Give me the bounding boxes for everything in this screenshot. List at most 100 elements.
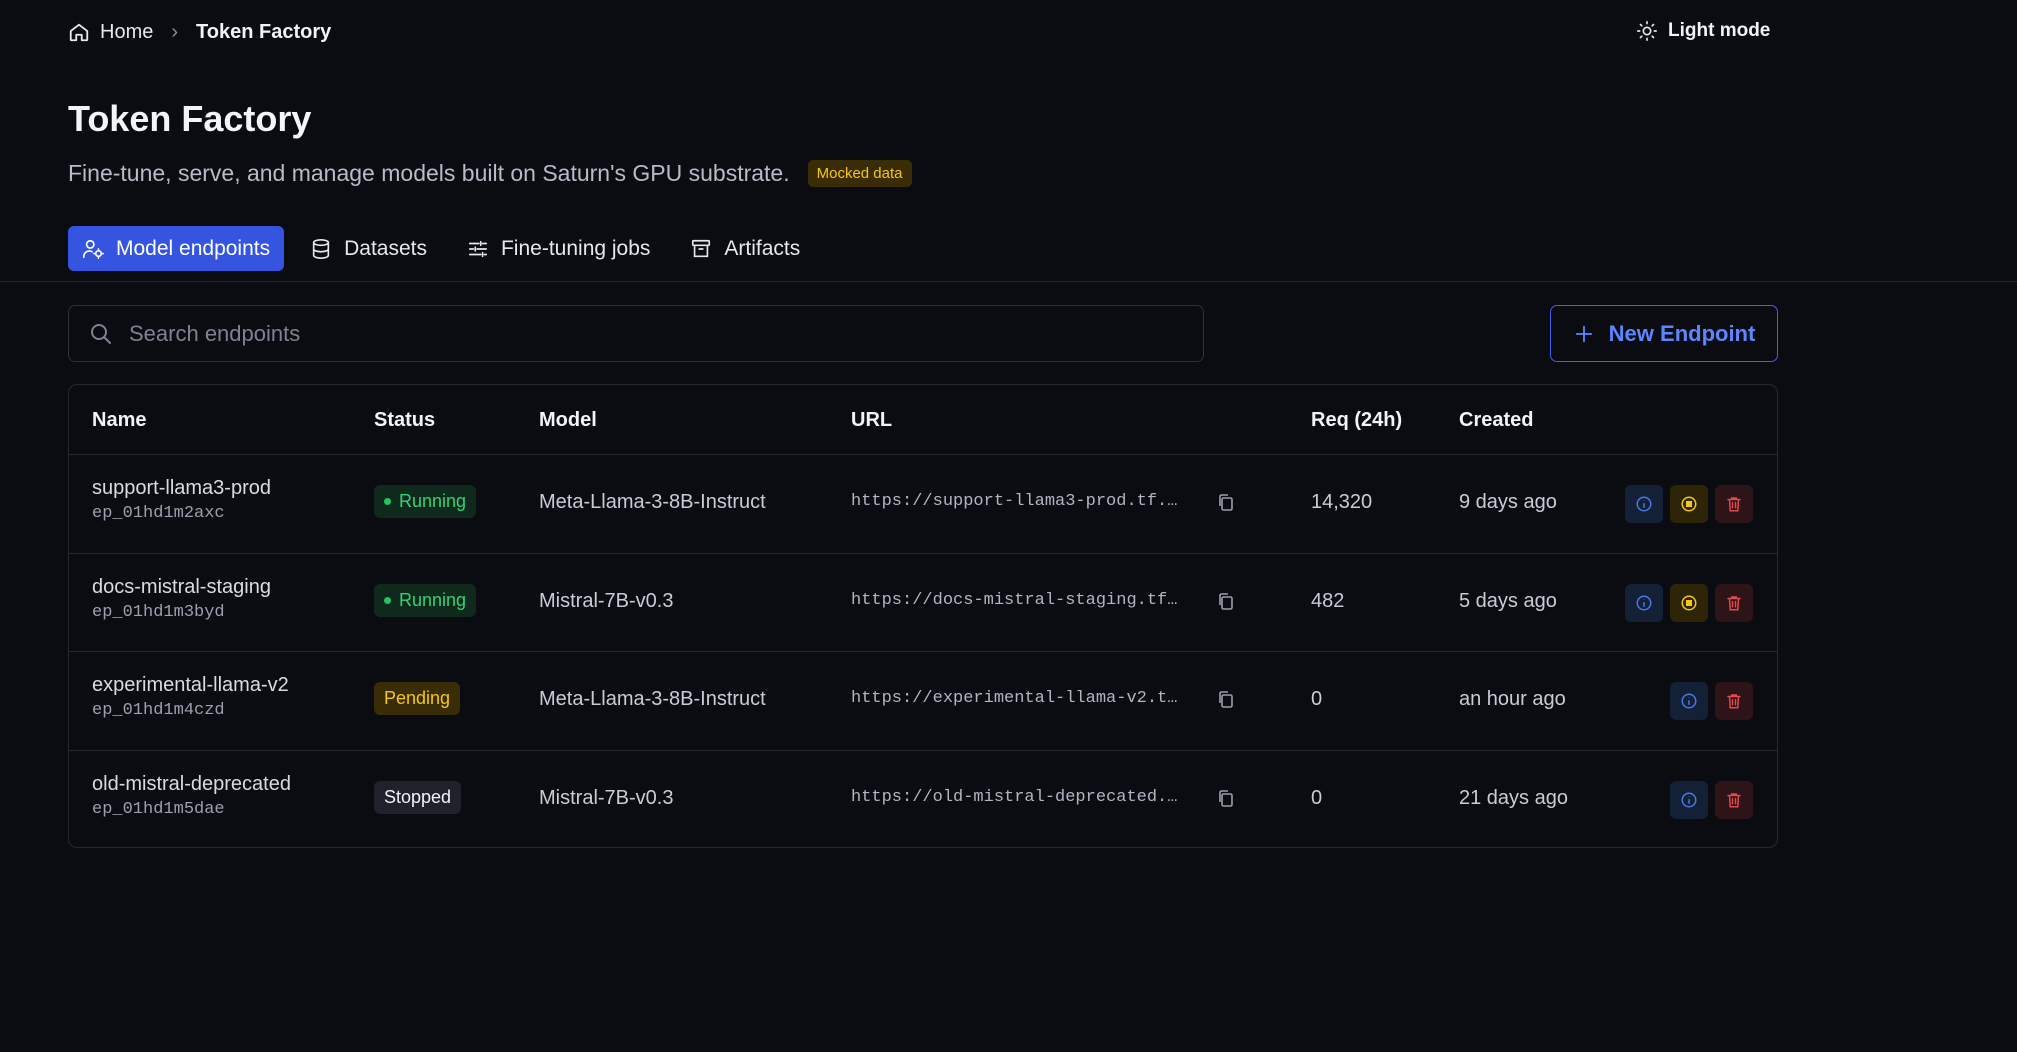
model-name: Meta-Llama-3-8B-Instruct xyxy=(539,688,766,710)
endpoint-url: https://support-llama3-prod.tf.… xyxy=(851,492,1178,511)
theme-toggle-button[interactable]: Light mode xyxy=(1636,20,1770,42)
page-title: Token Factory xyxy=(68,98,312,139)
status-badge: Running xyxy=(374,485,477,518)
chevron-right-icon: › xyxy=(171,20,179,43)
endpoint-name[interactable]: docs-mistral-staging xyxy=(92,576,271,599)
endpoints-table: Name Status Model URL Req (24h) Created … xyxy=(68,384,1778,848)
new-endpoint-button[interactable]: New Endpoint xyxy=(1550,305,1778,362)
column-header-created[interactable]: Created xyxy=(1459,409,1533,432)
tabs-divider xyxy=(0,281,2017,282)
created-time: 21 days ago xyxy=(1459,786,1568,809)
sliders-icon xyxy=(467,238,489,260)
table-row[interactable]: docs-mistral-staging ep_01hd1m3byd Runni… xyxy=(69,554,1777,652)
trash-icon xyxy=(1725,594,1743,612)
status-cell: Running xyxy=(374,583,477,617)
breadcrumb-home-label: Home xyxy=(100,20,154,43)
tab-fine-tuning-jobs[interactable]: Fine-tuning jobs xyxy=(453,226,664,271)
info-button[interactable] xyxy=(1670,780,1708,819)
endpoint-name[interactable]: old-mistral-deprecated xyxy=(92,773,291,796)
tab-artifacts[interactable]: Artifacts xyxy=(676,226,814,271)
endpoint-icon xyxy=(82,238,104,260)
delete-button[interactable] xyxy=(1715,485,1753,523)
table-row[interactable]: support-llama3-prod ep_01hd1m2axc Runnin… xyxy=(69,455,1777,554)
tab-label: Model endpoints xyxy=(116,236,271,260)
copy-icon[interactable] xyxy=(1217,690,1237,710)
endpoint-id: ep_01hd1m2axc xyxy=(92,504,225,523)
stop-button[interactable] xyxy=(1670,583,1708,622)
delete-button[interactable] xyxy=(1715,682,1753,720)
status-badge: Stopped xyxy=(374,780,462,814)
tab-datasets[interactable]: Datasets xyxy=(296,226,441,271)
request-count: 0 xyxy=(1311,688,1323,710)
status-dot xyxy=(384,596,391,604)
table-row[interactable]: experimental-llama-v2 ep_01hd1m4czd Pend… xyxy=(69,652,1777,751)
archive-icon xyxy=(690,238,712,260)
info-button[interactable] xyxy=(1625,583,1663,622)
breadcrumb-current: Token Factory xyxy=(196,20,332,43)
tab-label: Fine-tuning jobs xyxy=(500,236,651,260)
tab-bar: Model endpoints Datasets Fine-tuning job… xyxy=(68,226,814,271)
column-header-requests[interactable]: Req (24h) xyxy=(1311,409,1402,432)
plus-icon xyxy=(1573,323,1595,345)
column-header-model[interactable]: Model xyxy=(539,409,597,432)
stop-icon xyxy=(1680,495,1698,513)
delete-button[interactable] xyxy=(1715,780,1753,819)
status-badge: Running xyxy=(374,583,477,617)
status-badge: Pending xyxy=(374,682,461,715)
subtitle-row: Fine-tune, serve, and manage models buil… xyxy=(68,160,912,187)
status-cell: Pending xyxy=(374,682,461,715)
status-label: Running xyxy=(399,491,467,511)
copy-icon[interactable] xyxy=(1217,493,1237,513)
endpoint-id: ep_01hd1m3byd xyxy=(92,602,225,622)
endpoint-name[interactable]: support-llama3-prod xyxy=(92,477,271,500)
trash-icon xyxy=(1725,495,1743,513)
endpoint-url: https://old-mistral-deprecated.… xyxy=(851,787,1178,807)
status-cell: Running xyxy=(374,485,477,518)
column-header-status[interactable]: Status xyxy=(374,409,435,432)
endpoint-id: ep_01hd1m4czd xyxy=(92,701,225,720)
new-endpoint-label: New Endpoint xyxy=(1608,320,1756,346)
status-dot xyxy=(384,498,391,505)
info-button[interactable] xyxy=(1670,682,1708,720)
table-header: Name Status Model URL Req (24h) Created xyxy=(69,385,1777,455)
endpoint-id: ep_01hd1m5dae xyxy=(92,799,225,819)
endpoint-name-cell: docs-mistral-staging ep_01hd1m3byd xyxy=(92,576,271,622)
search-icon xyxy=(89,322,113,346)
tab-label: Datasets xyxy=(344,236,427,260)
request-count: 0 xyxy=(1311,786,1323,809)
breadcrumb: Home › Token Factory xyxy=(68,20,331,44)
info-icon xyxy=(1635,594,1653,612)
copy-icon[interactable] xyxy=(1217,592,1237,612)
mocked-data-badge: Mocked data xyxy=(807,160,912,187)
breadcrumb-home-link[interactable]: Home xyxy=(68,21,153,44)
database-icon xyxy=(310,238,332,260)
endpoint-name-cell: old-mistral-deprecated ep_01hd1m5dae xyxy=(92,773,291,819)
info-icon xyxy=(1680,791,1698,809)
request-count: 14,320 xyxy=(1311,491,1373,513)
endpoint-name-cell: experimental-llama-v2 ep_01hd1m4czd xyxy=(92,674,289,720)
page-subtitle: Fine-tune, serve, and manage models buil… xyxy=(68,160,790,186)
info-icon xyxy=(1680,692,1698,710)
search-box xyxy=(68,305,1204,362)
column-header-name[interactable]: Name xyxy=(92,409,146,432)
status-label: Running xyxy=(399,589,467,610)
created-time: an hour ago xyxy=(1459,688,1566,710)
sun-icon xyxy=(1636,20,1658,42)
created-time: 5 days ago xyxy=(1459,589,1557,612)
delete-button[interactable] xyxy=(1715,583,1753,622)
table-row[interactable]: old-mistral-deprecated ep_01hd1m5dae Sto… xyxy=(69,751,1777,848)
status-label: Stopped xyxy=(384,786,452,807)
endpoint-name[interactable]: experimental-llama-v2 xyxy=(92,674,289,697)
stop-button[interactable] xyxy=(1670,485,1708,523)
column-header-url[interactable]: URL xyxy=(851,409,892,432)
stop-icon xyxy=(1680,594,1698,612)
copy-icon[interactable] xyxy=(1217,789,1237,809)
info-button[interactable] xyxy=(1625,485,1663,523)
endpoint-url: https://docs-mistral-staging.tf… xyxy=(851,590,1178,610)
status-cell: Stopped xyxy=(374,780,462,814)
tab-model-endpoints[interactable]: Model endpoints xyxy=(68,226,285,271)
search-input[interactable] xyxy=(129,320,1129,347)
status-label: Pending xyxy=(384,688,451,708)
tab-label: Artifacts xyxy=(724,236,801,260)
endpoint-url: https://experimental-llama-v2.t… xyxy=(851,689,1178,708)
